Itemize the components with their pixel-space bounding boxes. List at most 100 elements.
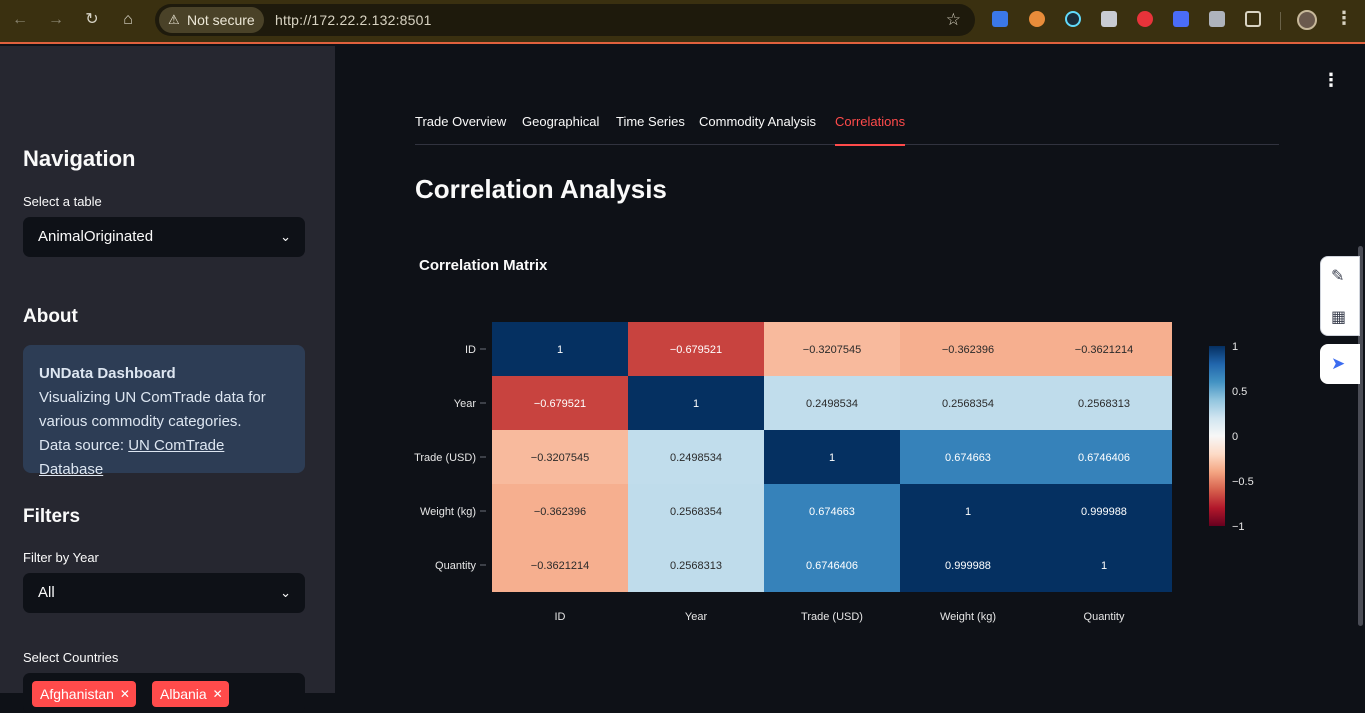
heatmap-cell-value: 0.2498534 xyxy=(806,398,858,410)
url-text[interactable]: http://172.22.2.132:8501 xyxy=(275,4,432,36)
table-select-label: Select a table xyxy=(23,194,102,209)
x-tick-label: Trade (USD) xyxy=(801,611,863,623)
extension-icon-grey[interactable] xyxy=(1209,11,1225,27)
heatmap-cell-value: −0.679521 xyxy=(534,398,586,410)
y-tick-label: Weight (kg) xyxy=(420,506,476,518)
browser-toolbar: ← → ↻ ⌂ ⚠ Not secure http://172.22.2.132… xyxy=(0,0,1365,44)
heatmap-cell-value: 0.6746406 xyxy=(806,560,858,572)
colorbar-tick-label: 1 xyxy=(1232,341,1238,353)
colorbar xyxy=(1209,346,1225,526)
filters-heading: Filters xyxy=(23,506,81,527)
colorbar-tick-label: −0.5 xyxy=(1232,476,1254,488)
sidebar: Navigation Select a table AnimalOriginat… xyxy=(0,46,335,713)
x-tick-label: ID xyxy=(555,611,566,623)
main-content: ⋮ Trade Overview Geographical Time Serie… xyxy=(335,46,1365,693)
magic-pen-icon[interactable]: ✎ xyxy=(1331,266,1351,286)
heatmap-cell-value: 1 xyxy=(557,344,563,356)
navigation-heading: Navigation xyxy=(23,146,136,171)
x-tick-label: Year xyxy=(685,611,708,623)
heatmap-cell-value: 0.2568354 xyxy=(942,398,994,410)
countries-multiselect[interactable]: Afghanistan ✕ Albania ✕ xyxy=(23,673,305,713)
blocker-extension-icon[interactable] xyxy=(1137,11,1153,27)
address-bar[interactable]: ⚠ Not secure http://172.22.2.132:8501 ☆ xyxy=(155,4,975,36)
security-label: Not secure xyxy=(187,12,255,28)
extension-icon-blue[interactable] xyxy=(1173,11,1189,27)
calendar-check-icon[interactable]: ▦ xyxy=(1331,307,1351,327)
heatmap-cell-value: −0.3207545 xyxy=(531,452,589,464)
heatmap-cell-value: −0.3207545 xyxy=(803,344,861,356)
rocket-icon[interactable]: ➤ xyxy=(1331,354,1351,374)
x-tick-label: Weight (kg) xyxy=(940,611,996,623)
heatmap-cell-value: 0.2568313 xyxy=(670,560,722,572)
back-icon[interactable]: ← xyxy=(8,9,32,31)
heatmap-cell-value: 0.674663 xyxy=(809,506,855,518)
home-icon[interactable]: ⌂ xyxy=(116,9,140,31)
browser-menu-icon[interactable]: ⋮ xyxy=(1335,8,1353,29)
reload-icon[interactable]: ↻ xyxy=(80,9,104,31)
heatmap-cell-value: −0.3621214 xyxy=(1075,344,1133,356)
about-title: UNData Dashboard xyxy=(39,365,176,382)
y-tick-label: Year xyxy=(454,398,477,410)
page-title: Correlation Analysis xyxy=(415,174,667,204)
forward-icon[interactable]: → xyxy=(44,9,68,31)
app-menu-icon[interactable]: ⋮ xyxy=(1322,70,1340,91)
chart-title: Correlation Matrix xyxy=(419,257,548,274)
colorbar-tick-label: 0.5 xyxy=(1232,386,1247,398)
remove-tag-icon[interactable]: ✕ xyxy=(213,681,223,707)
table-select-value: AnimalOriginated xyxy=(38,228,154,245)
heatmap-cell-value: −0.362396 xyxy=(534,506,586,518)
correlation-heatmap[interactable]: 1 −0.679521 −0.3207545 −0.362396 −0.3621214 −… xyxy=(405,316,1305,676)
warning-icon: ⚠ xyxy=(168,12,180,27)
tab-bar: Trade Overview Geographical Time Series … xyxy=(415,113,1279,146)
heatmap-cell-value: −0.3621214 xyxy=(531,560,589,572)
bookmark-star-icon[interactable]: ☆ xyxy=(946,4,961,36)
security-indicator[interactable]: ⚠ Not secure xyxy=(159,7,264,33)
heatmap-cell-value: −0.679521 xyxy=(670,344,722,356)
tab-commodity-analysis[interactable]: Commodity Analysis xyxy=(699,113,816,145)
heatmap-cell-value: 1 xyxy=(1101,560,1107,572)
country-tag-label: Albania xyxy=(160,686,207,702)
react-devtools-icon[interactable] xyxy=(1065,11,1081,27)
about-source-prefix: Data source: xyxy=(39,437,125,454)
chevron-down-icon: ⌄ xyxy=(280,585,291,600)
tab-time-series[interactable]: Time Series xyxy=(616,113,685,145)
extensions-puzzle-icon[interactable] xyxy=(1245,11,1261,27)
shield-extension-icon[interactable] xyxy=(1101,11,1117,27)
heatmap-cell-value: 0.2498534 xyxy=(670,452,722,464)
chevron-down-icon: ⌄ xyxy=(280,229,291,244)
heatmap-cell-value: 0.2568313 xyxy=(1078,398,1130,410)
heatmap-cell-value: 0.2568354 xyxy=(670,506,722,518)
heatmap-cell-value: 0.999988 xyxy=(945,560,991,572)
colorbar-tick-label: −1 xyxy=(1232,521,1245,533)
x-tick-label: Quantity xyxy=(1084,611,1125,623)
country-tag[interactable]: Afghanistan ✕ xyxy=(32,681,136,707)
countries-label: Select Countries xyxy=(23,650,119,665)
about-text: Visualizing UN ComTrade data for various… xyxy=(39,389,266,430)
tab-correlations[interactable]: Correlations xyxy=(835,113,906,146)
year-filter-value: All xyxy=(38,584,55,601)
heatmap-cell-value: 0.674663 xyxy=(945,452,991,464)
heatmap-cell-value: 0.999988 xyxy=(1081,506,1127,518)
about-source: Data source: UN ComTrade Database xyxy=(39,434,289,482)
table-select[interactable]: AnimalOriginated ⌄ xyxy=(23,217,305,257)
country-tag-label: Afghanistan xyxy=(40,686,114,702)
heatmap-cell-value: −0.362396 xyxy=(942,344,994,356)
heatmap-cell-value: 1 xyxy=(829,452,835,464)
about-heading: About xyxy=(23,306,78,327)
remove-tag-icon[interactable]: ✕ xyxy=(120,681,130,707)
y-tick-label: Quantity xyxy=(435,560,476,572)
y-tick-label: ID xyxy=(465,344,476,356)
profile-avatar[interactable] xyxy=(1297,10,1317,30)
extension-icon[interactable] xyxy=(1029,11,1045,27)
tab-trade-overview[interactable]: Trade Overview xyxy=(415,113,506,145)
country-tag[interactable]: Albania ✕ xyxy=(152,681,229,707)
tab-geographical[interactable]: Geographical xyxy=(522,113,599,145)
y-tick-label: Trade (USD) xyxy=(414,452,476,464)
colorbar-tick-label: 0 xyxy=(1232,431,1238,443)
year-filter-label: Filter by Year xyxy=(23,550,99,565)
heatmap-cell-value: 0.6746406 xyxy=(1078,452,1130,464)
year-filter-select[interactable]: All ⌄ xyxy=(23,573,305,613)
heatmap-cell-value: 1 xyxy=(965,506,971,518)
heatmap-cell-value: 1 xyxy=(693,398,699,410)
translate-extension-icon[interactable] xyxy=(992,11,1008,27)
